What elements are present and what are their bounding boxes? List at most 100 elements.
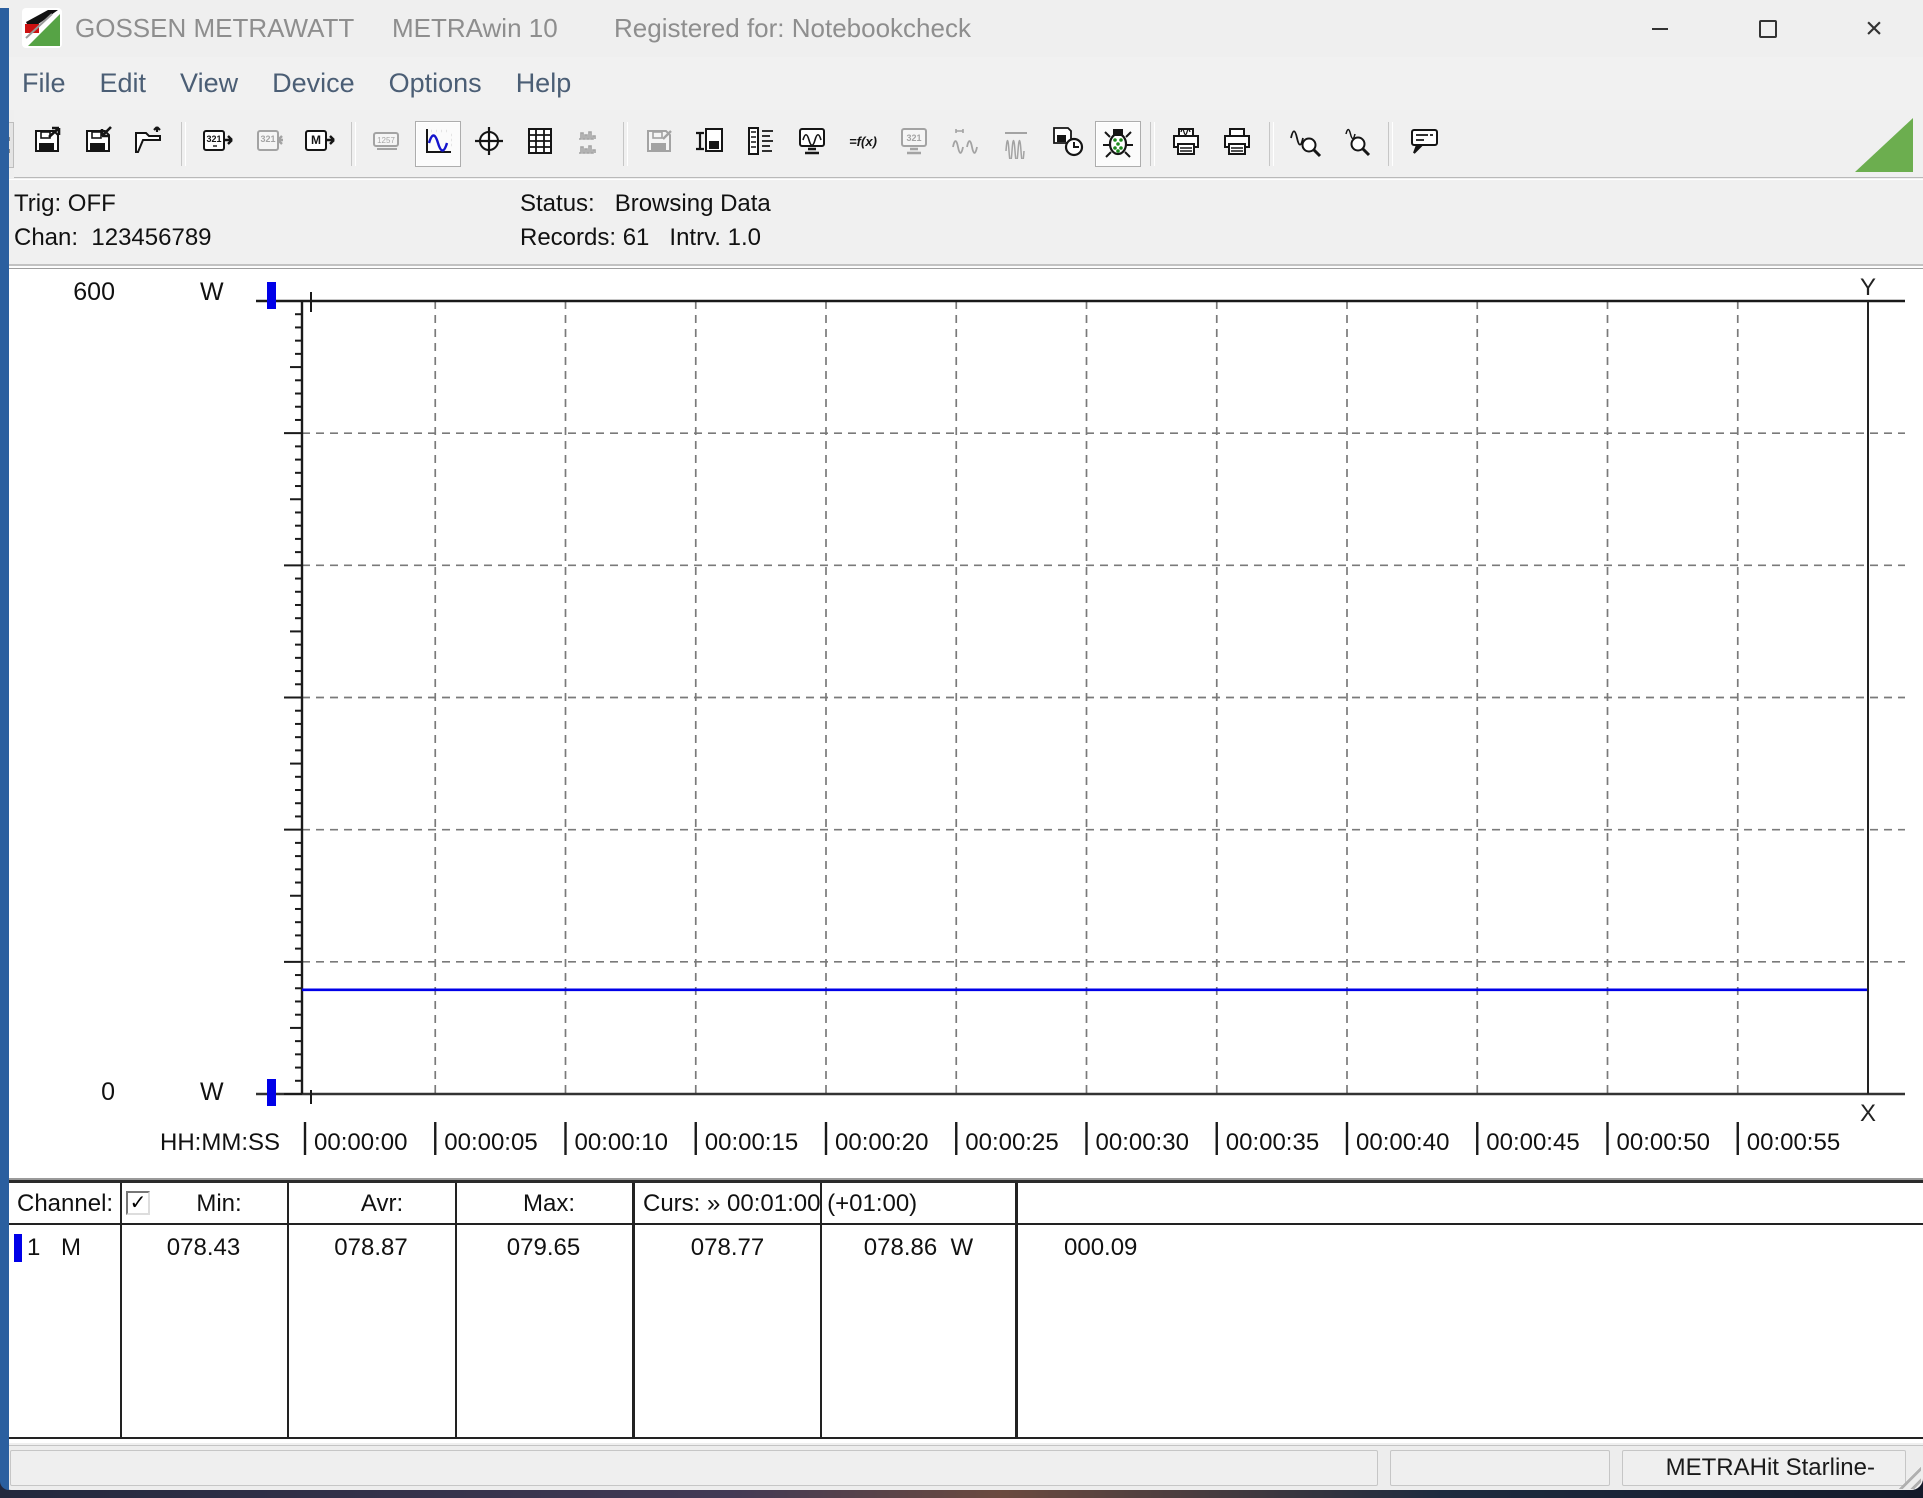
x-axis-tick-label: 00:00:20 <box>835 1127 928 1159</box>
toolbar-separator <box>1388 122 1393 166</box>
svg-text:1257: 1257 <box>377 136 395 145</box>
toolbar-button-send-device-321: 321 <box>245 121 291 167</box>
x-axis-tick-label: 00:00:50 <box>1617 1127 1710 1159</box>
column-header-channel: Channel: <box>17 1185 113 1223</box>
svg-text:=f(x): =f(x) <box>849 134 877 149</box>
export-file-icon <box>29 123 65 164</box>
toolbar-button-timed-store[interactable] <box>1044 121 1090 167</box>
print-icon <box>1219 123 1255 164</box>
cell-cursor-b: 078.86 W <box>822 1229 1015 1267</box>
live-monitor-icon <box>794 123 830 164</box>
x-axis-tick-label: 00:00:10 <box>575 1127 668 1159</box>
status-panel-device: METRAHit Starline-Seri <box>1622 1450 1906 1486</box>
menu-item-file[interactable]: File <box>22 68 66 99</box>
toolbar-button-read-device-321[interactable]: 321 <box>194 121 240 167</box>
trigger-status: Trig: OFF <box>14 190 116 218</box>
svg-text:321: 321 <box>906 133 921 143</box>
multimeter-display-icon: 1257 <box>369 123 405 164</box>
table-header-underline <box>9 1223 1923 1225</box>
toolbar-separator <box>181 122 186 166</box>
toolbar: 321 321 M 1257 =f(x) 321 <box>14 110 1923 178</box>
minimize-button[interactable] <box>1628 0 1692 57</box>
svg-text:321: 321 <box>206 134 221 144</box>
svg-text:Y: Y <box>1860 274 1876 301</box>
toolbar-button-histogram-view <box>568 121 614 167</box>
toolbar-button-comment[interactable] <box>1401 121 1447 167</box>
title-app-name: METRAwin 10 <box>392 0 558 57</box>
send-device-321-icon: 321 <box>250 123 286 164</box>
toolbar-corner-triangle-icon <box>1855 118 1913 172</box>
toolbar-button-value-list[interactable] <box>738 121 784 167</box>
x-axis-unit-label: HH:MM:SS <box>140 1127 280 1159</box>
toolbar-separator <box>1269 122 1274 166</box>
histogram-view-icon <box>573 123 609 164</box>
xy-view-icon <box>471 123 507 164</box>
cell-min: 078.43 <box>120 1229 287 1267</box>
title-brand: GOSSEN METRAWATT <box>75 0 354 57</box>
measurement-table: Channel: ✓ Min: Avr: Max: Curs: » 00:01:… <box>9 1180 1923 1443</box>
toolbar-button-store-clip <box>636 121 682 167</box>
browse-status: Status: Browsing Data <box>520 190 771 218</box>
svg-text:321: 321 <box>260 134 275 144</box>
cell-cursor-a: 078.77 <box>635 1229 820 1267</box>
toolbar-button-monitor-321: 321 <box>891 121 937 167</box>
toolbar-button-wave-burst <box>993 121 1039 167</box>
channel-color-marker <box>14 1234 22 1262</box>
import-file-icon <box>80 123 116 164</box>
toolbar-button-export-file[interactable] <box>24 121 70 167</box>
title-bar: GOSSEN METRAWATT METRAwin 10 Registered … <box>0 0 1923 57</box>
toolbar-button-open-file[interactable] <box>126 121 172 167</box>
menu-item-options[interactable]: Options <box>389 68 482 99</box>
x-axis-tick-label: 00:00:35 <box>1226 1127 1319 1159</box>
toolbar-button-zoom-out-wave[interactable] <box>1333 121 1379 167</box>
toolbar-button-chart-view[interactable] <box>415 121 461 167</box>
toolbar-button-print[interactable] <box>1214 121 1260 167</box>
x-axis-tick-label: 00:00:15 <box>705 1127 798 1159</box>
menu-item-help[interactable]: Help <box>516 68 572 99</box>
toolbar-button-read-device-m[interactable]: M <box>296 121 342 167</box>
toolbar-button-table-view[interactable] <box>517 121 563 167</box>
toolbar-button-debug-bug[interactable] <box>1095 121 1141 167</box>
channel-visible-checkbox[interactable]: ✓ <box>126 1191 150 1215</box>
toolbar-button-print-chart[interactable] <box>1163 121 1209 167</box>
close-button[interactable]: × <box>1842 0 1906 57</box>
column-header-max: Max: <box>479 1185 619 1223</box>
store-device-icon <box>692 123 728 164</box>
wave-compare-icon <box>947 123 983 164</box>
toolbar-button-zoom-in-wave[interactable] <box>1282 121 1328 167</box>
toolbar-button-formula[interactable]: =f(x) <box>840 121 886 167</box>
menu-item-view[interactable]: View <box>180 68 238 99</box>
cell-channel-mode: M <box>61 1229 81 1267</box>
cell-channel-number: 1 <box>27 1229 40 1267</box>
toolbar-separator <box>623 122 628 166</box>
formula-icon: =f(x) <box>845 123 881 164</box>
toolbar-button-import-file[interactable] <box>75 121 121 167</box>
cell-max: 079.65 <box>455 1229 632 1267</box>
close-icon: × <box>1865 14 1883 44</box>
app-logo-icon <box>22 8 62 48</box>
chart-plot[interactable]: YX <box>9 269 1923 1179</box>
maximize-button[interactable] <box>1736 0 1800 57</box>
toolbar-button-live-monitor[interactable] <box>789 121 835 167</box>
status-bar: METRAHit Starline-Seri <box>0 1445 1923 1490</box>
y-axis-unit-top: W <box>200 277 224 307</box>
toolbar-separator <box>351 122 356 166</box>
x-axis-tick-label: 00:00:45 <box>1486 1127 1579 1159</box>
x-axis-tick-label: 00:00:00 <box>314 1127 407 1159</box>
table-divider <box>455 1183 457 1437</box>
toolbar-button-xy-view[interactable] <box>466 121 512 167</box>
table-bottom-line <box>9 1437 1923 1439</box>
zoom-out-wave-icon <box>1338 123 1374 164</box>
read-device-321-icon: 321 <box>199 123 235 164</box>
menu-item-device[interactable]: Device <box>272 68 355 99</box>
x-axis-tick-label: 00:00:30 <box>1096 1127 1189 1159</box>
print-chart-icon <box>1168 123 1204 164</box>
menu-item-edit[interactable]: Edit <box>100 68 147 99</box>
column-header-avr: Avr: <box>317 1185 447 1223</box>
toolbar-button-store-device[interactable] <box>687 121 733 167</box>
open-file-icon <box>131 123 167 164</box>
svg-text:M: M <box>311 133 321 147</box>
chart-panel[interactable]: YX 600 W 0 W HH:MM:SS 00:00:0000:00:0500… <box>9 268 1923 1180</box>
table-divider <box>632 1183 635 1437</box>
maximize-icon <box>1759 20 1777 38</box>
